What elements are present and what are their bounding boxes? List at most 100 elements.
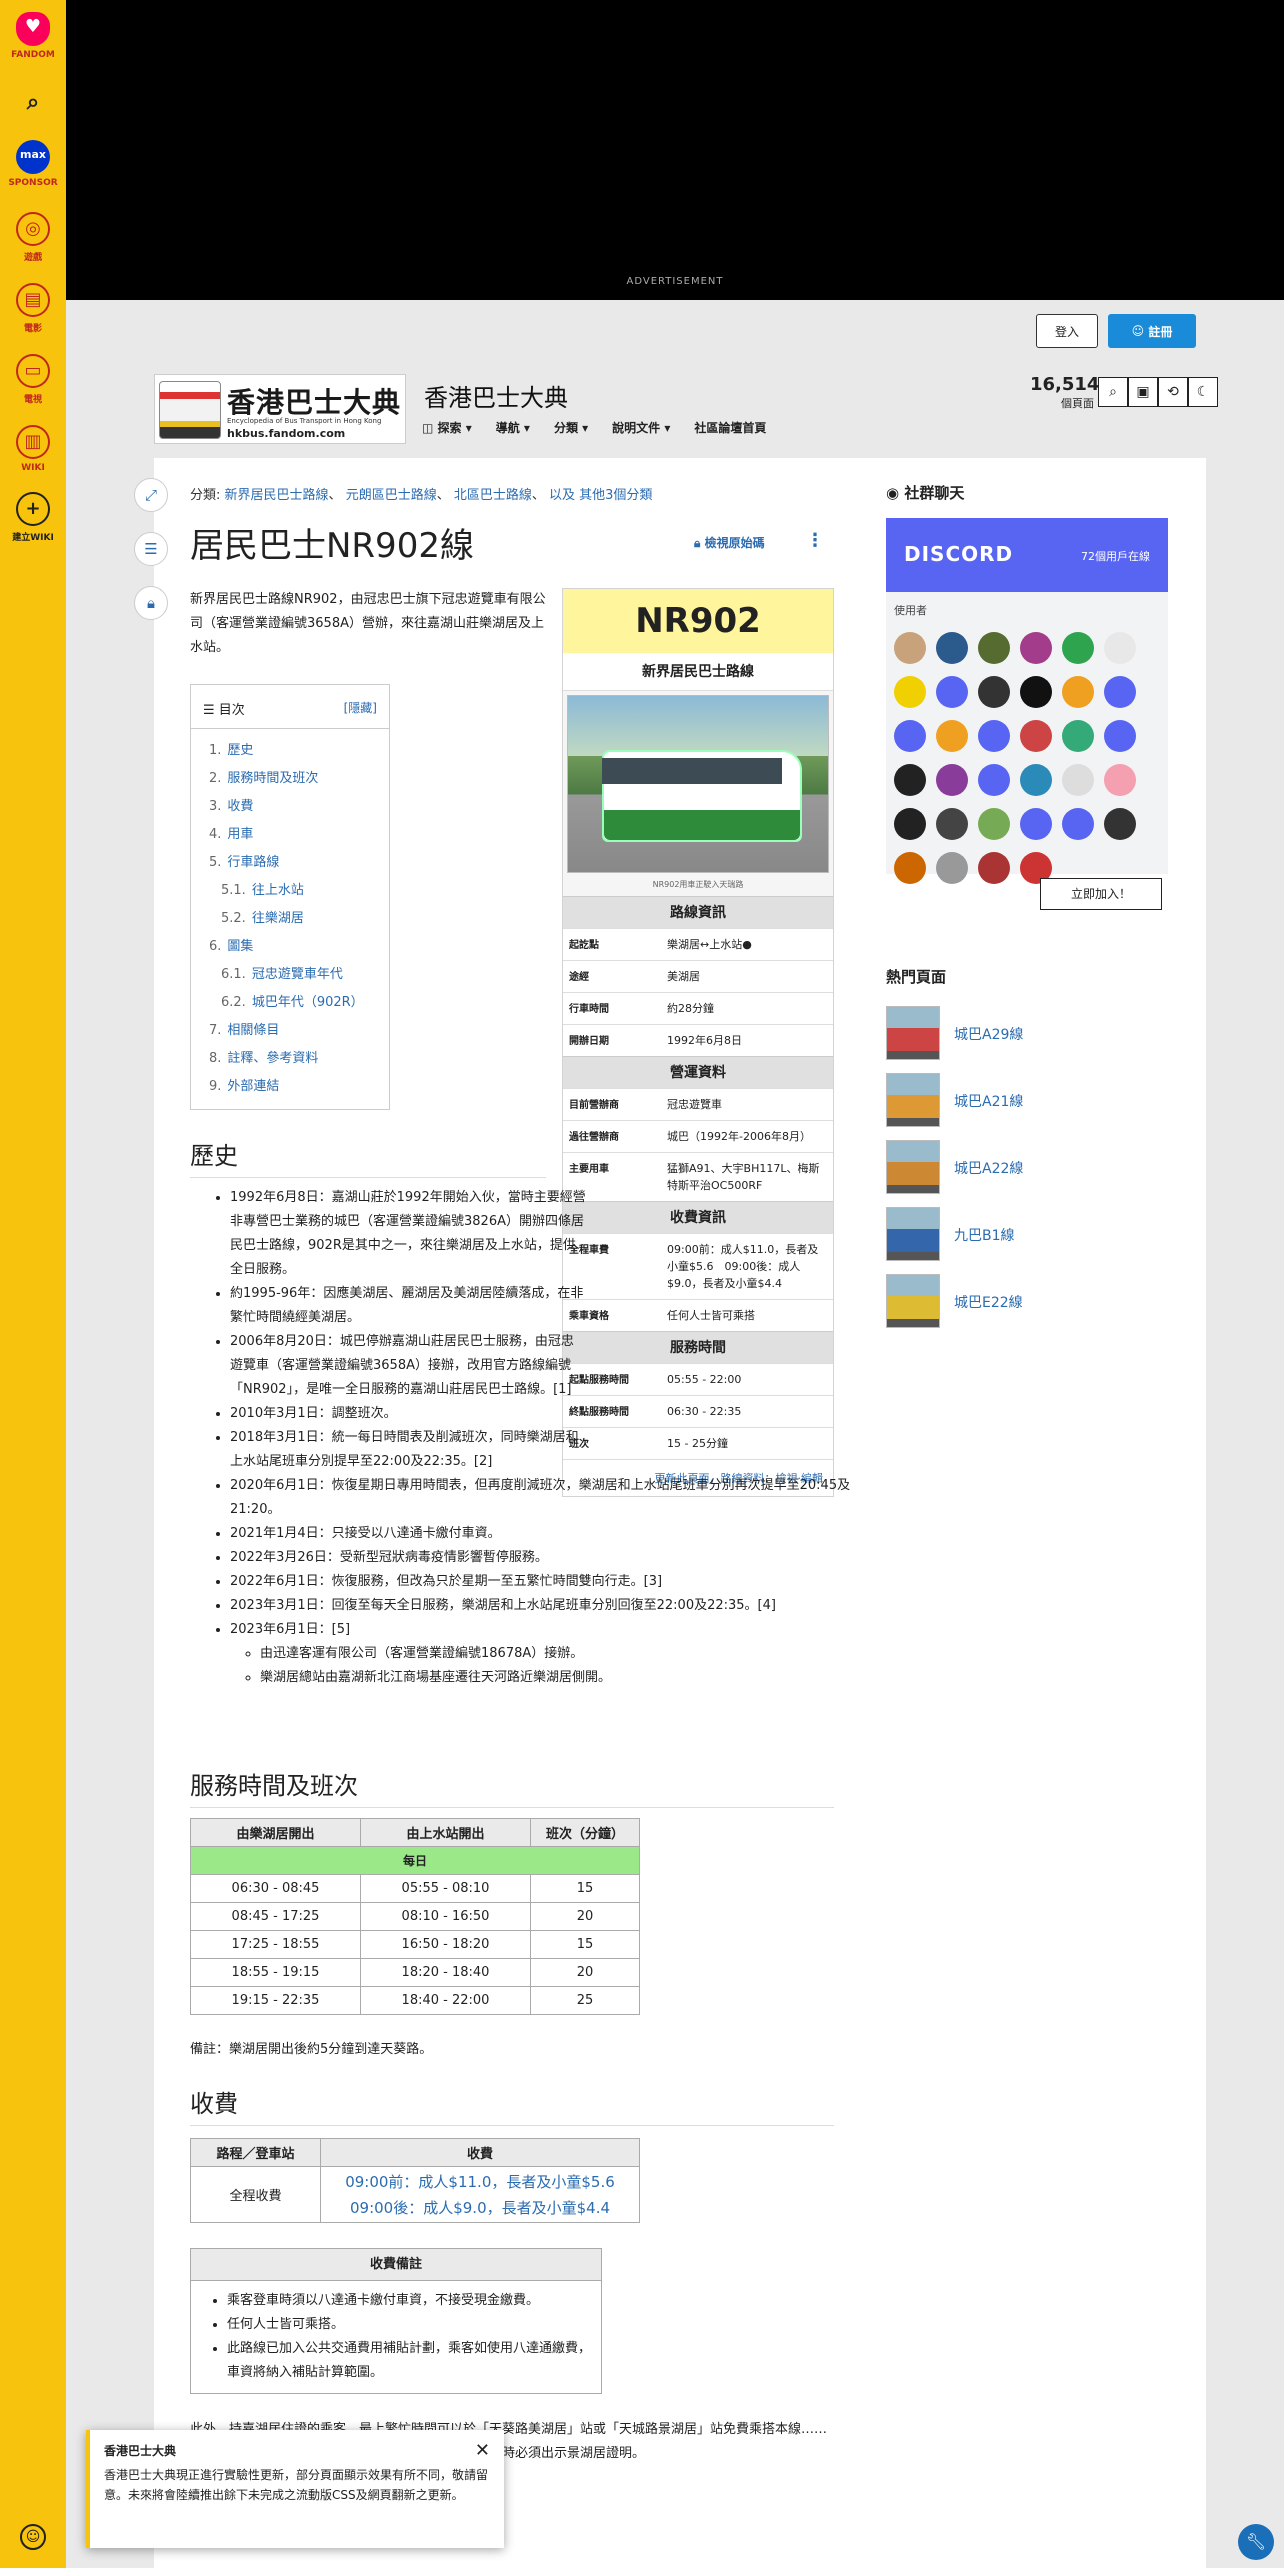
theme-toggle-icon[interactable]: ☾: [1188, 377, 1218, 407]
nav-navigation[interactable]: 導航 ▾: [496, 419, 530, 436]
categories-more[interactable]: 以及 其他3個分類: [549, 488, 652, 503]
toc-item[interactable]: 2. 服務時間及班次: [209, 765, 389, 793]
bus-photo[interactable]: [567, 695, 829, 873]
rail-user[interactable]: ☺: [0, 2524, 66, 2550]
toc-item[interactable]: 5.1. 往上水站: [209, 877, 389, 905]
fandom-logo[interactable]: ♥ FANDOM: [0, 12, 66, 60]
category-link[interactable]: 北區巴士路線: [454, 488, 532, 503]
avatar[interactable]: [1104, 764, 1136, 796]
toc-item[interactable]: 6.2. 城巴年代（902R）: [209, 989, 389, 1017]
wrench-icon[interactable]: 🔧︎: [1238, 2524, 1274, 2560]
popular-page-item[interactable]: 城巴A21線: [886, 1073, 1186, 1129]
avatar[interactable]: [1104, 676, 1136, 708]
wiki-logo[interactable]: 香港巴士大典 Encyclopedia of Bus Transport in …: [154, 374, 406, 444]
recent-changes-icon[interactable]: ⟲: [1158, 377, 1188, 407]
avatar[interactable]: [894, 676, 926, 708]
rail-tv[interactable]: ▭ 電視: [0, 354, 66, 405]
avatar[interactable]: [1104, 720, 1136, 752]
toc-item[interactable]: 7. 相關條目: [209, 1017, 389, 1045]
view-source-button[interactable]: 🔒︎ 檢視原始碼: [694, 534, 765, 551]
avatar[interactable]: [978, 720, 1010, 752]
popular-page-item[interactable]: 九巴B1線: [886, 1207, 1186, 1263]
avatar[interactable]: [936, 720, 968, 752]
toc-item[interactable]: 6. 圖集: [209, 933, 389, 961]
avatar[interactable]: [936, 808, 968, 840]
lock-icon[interactable]: 🔒︎: [134, 586, 168, 620]
avatar[interactable]: [1020, 764, 1052, 796]
toc-number: 4.: [209, 827, 222, 842]
avatar[interactable]: [1020, 632, 1052, 664]
toc-label: 外部連結: [227, 1079, 280, 1094]
toc-item[interactable]: 5.2. 往樂湖居: [209, 905, 389, 933]
toc-item[interactable]: 1. 歷史: [209, 737, 389, 765]
join-discord-button[interactable]: 立即加入！: [1040, 878, 1162, 910]
table-row: 17:25 - 18:55 16:50 - 18:20 15: [190, 1930, 640, 1959]
toc-item[interactable]: 8. 註釋、參考資料: [209, 1045, 389, 1073]
history-item: 2006年8月20日：城巴停辦嘉湖山莊居民巴士服務，由冠忠遊覽車（客運營業證編號…: [230, 1330, 586, 1402]
avatar[interactable]: [1104, 632, 1136, 664]
nav-help[interactable]: 說明文件 ▾: [612, 419, 670, 436]
toc-item[interactable]: 9. 外部連結: [209, 1073, 389, 1101]
toc-item[interactable]: 6.1. 冠忠遊覽車年代: [209, 961, 389, 989]
expand-icon[interactable]: ⤢: [134, 478, 168, 512]
popular-page-item[interactable]: 城巴A22線: [886, 1140, 1186, 1196]
site-title[interactable]: 香港巴士大典: [424, 378, 568, 413]
avatar[interactable]: [1062, 632, 1094, 664]
avatar[interactable]: [1062, 808, 1094, 840]
discord-widget-header[interactable]: DISCORD 72個用戶在線: [886, 518, 1168, 592]
avatar[interactable]: [894, 720, 926, 752]
rail-games[interactable]: ◎ 遊戲: [0, 212, 66, 263]
avatar[interactable]: [978, 852, 1010, 884]
toc-hide-toggle[interactable]: [隱藏]: [344, 699, 377, 716]
table-cell: 18:20 - 18:40: [360, 1958, 531, 1987]
nav-explore[interactable]: ◫ 探索 ▾: [422, 419, 472, 436]
avatar[interactable]: [894, 852, 926, 884]
avatar[interactable]: [894, 808, 926, 840]
avatar[interactable]: [936, 852, 968, 884]
toc-item[interactable]: 3. 收費: [209, 793, 389, 821]
nav-categories[interactable]: 分類 ▾: [554, 419, 588, 436]
table-cell: 06:30 - 08:45: [190, 1874, 361, 1903]
avatar[interactable]: [1020, 676, 1052, 708]
history-section: 1992年6月8日：嘉湖山莊於1992年開始入伙，當時主要經營非專營巴士業務的城…: [190, 1186, 850, 1690]
sponsor-max[interactable]: max SPONSOR: [0, 140, 66, 188]
avatar[interactable]: [936, 676, 968, 708]
avatar[interactable]: [894, 632, 926, 664]
register-button[interactable]: ☺ 註冊: [1108, 314, 1196, 348]
avatar[interactable]: [1020, 720, 1052, 752]
login-button[interactable]: 登入: [1036, 314, 1098, 348]
max-icon: max: [16, 140, 50, 174]
avatar[interactable]: [978, 632, 1010, 664]
close-icon[interactable]: ✕: [475, 2440, 490, 2461]
toc-number: 5.1.: [221, 883, 246, 898]
avatar[interactable]: [936, 764, 968, 796]
rail-create-wiki[interactable]: + 建立WIKI: [0, 492, 66, 543]
nav-forum[interactable]: 社區論壇首頁: [694, 419, 766, 436]
more-actions-icon[interactable]: ⋮: [806, 530, 824, 551]
rail-wiki[interactable]: ▥ WIKI: [0, 425, 66, 473]
avatar[interactable]: [1062, 676, 1094, 708]
avatar[interactable]: [1062, 720, 1094, 752]
avatar[interactable]: [936, 632, 968, 664]
avatar[interactable]: [894, 764, 926, 796]
rail-movies[interactable]: ▤ 電影: [0, 283, 66, 334]
avatar[interactable]: [978, 764, 1010, 796]
toc-item[interactable]: 4. 用車: [209, 821, 389, 849]
avatar[interactable]: [1062, 764, 1094, 796]
nav-explore-label: 探索: [437, 421, 462, 435]
popular-page-item[interactable]: 城巴E22線: [886, 1274, 1186, 1330]
category-link[interactable]: 新界居民巴士路線: [225, 488, 329, 503]
avatar[interactable]: [1020, 808, 1052, 840]
toc-item[interactable]: 5. 行車路線: [209, 849, 389, 877]
schedule-table: 由樂湖居開出 由上水站開出 班次（分鐘） 每日 06:30 - 08:45 05:…: [190, 1818, 640, 2015]
avatar[interactable]: [978, 676, 1010, 708]
search-icon[interactable]: ⌕: [1098, 377, 1128, 407]
avatar[interactable]: [1104, 808, 1136, 840]
category-link[interactable]: 元朗區巴士路線: [346, 488, 437, 503]
avatar[interactable]: [978, 808, 1010, 840]
search-button[interactable]: ⌕: [0, 88, 66, 122]
discussion-icon[interactable]: ▣: [1128, 377, 1158, 407]
toc-icon[interactable]: ☰: [134, 532, 168, 566]
popular-page-item[interactable]: 城巴A29線: [886, 1006, 1186, 1062]
fare-notes: 收費備註 乘客登車時須以八達通卡繳付車資，不接受現金繳費。任何人士皆可乘搭。此路…: [190, 2248, 602, 2394]
